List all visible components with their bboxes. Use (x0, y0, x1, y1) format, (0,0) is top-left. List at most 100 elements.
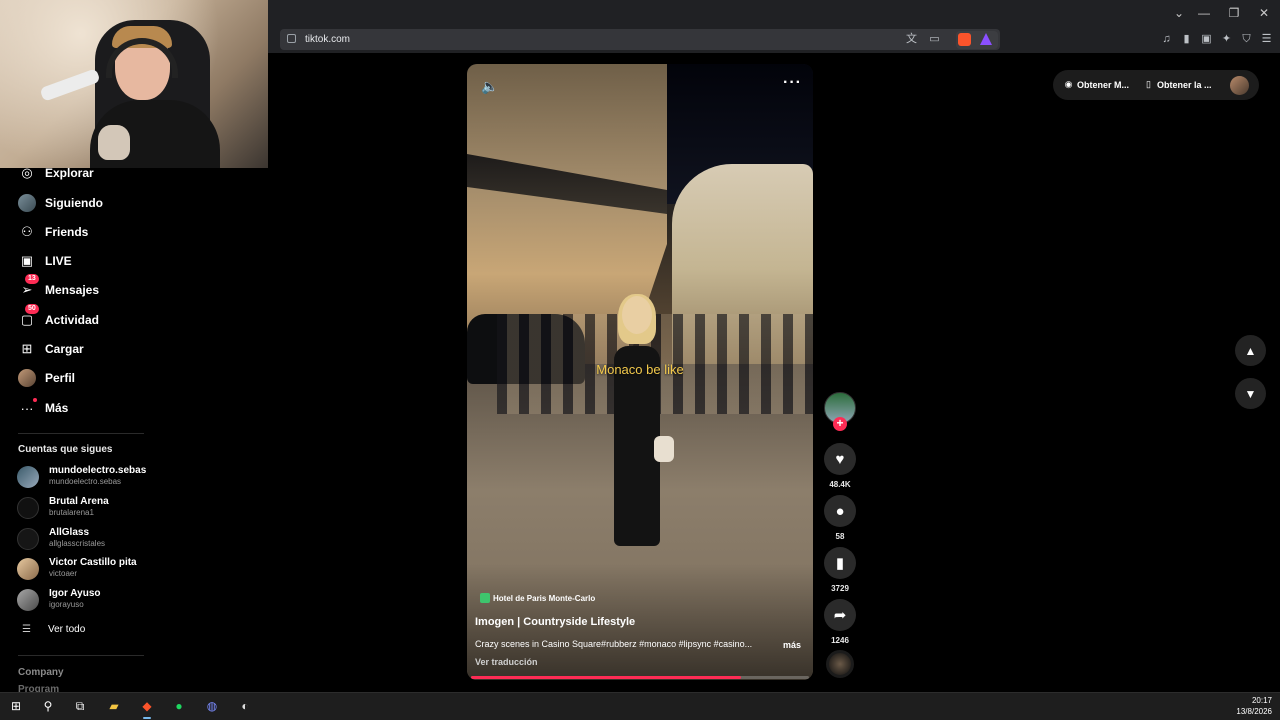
followed-account[interactable]: Brutal Arena brutalarena1 (17, 495, 197, 521)
account-name: Brutal Arena (49, 496, 109, 507)
account-name: Victor Castillo pita (49, 557, 137, 568)
account-handle: mundoelectro.sebas (49, 477, 122, 486)
follow-button[interactable]: + (833, 417, 847, 431)
more-link[interactable]: más (783, 640, 801, 650)
sidebar-item-actividad[interactable]: ▢ 50 Actividad (17, 304, 267, 331)
see-all-button[interactable]: ☰ Ver todo (22, 624, 85, 635)
brave-shields-icon[interactable] (958, 33, 971, 46)
video-description: Crazy scenes in Casino Square#rubberz #m… (475, 639, 753, 649)
location-tag[interactable]: Hotel de Paris Monte-Carlo (480, 593, 595, 603)
discord-icon[interactable]: ◍ (204, 698, 220, 714)
volume-icon[interactable]: 🔈 (481, 78, 498, 95)
avatar (17, 589, 39, 611)
followed-account[interactable]: Igor Ayuso igorayuso (17, 587, 197, 613)
account-name: mundoelectro.sebas (49, 465, 147, 476)
sidebar-item-live[interactable]: ▣ LIVE (17, 250, 267, 272)
site-info-icon[interactable] (287, 34, 296, 43)
next-video-button[interactable]: ▼ (1235, 378, 1266, 409)
brave-rewards-icon[interactable] (980, 33, 992, 45)
progress-fill (471, 676, 742, 679)
sidebar-item-label: Cargar (45, 342, 84, 356)
url-text[interactable]: tiktok.com (305, 34, 350, 45)
get-coins-button[interactable]: Obtener M... (1077, 80, 1129, 90)
video-frame (602, 294, 674, 576)
share-icon: ➦ (833, 607, 847, 624)
clock-time: 20:17 (1251, 696, 1272, 705)
translate-icon[interactable]: 文 (905, 33, 918, 45)
vpn-shield-icon[interactable]: ⛉ (1240, 33, 1253, 45)
sidebar-item-label: Mensajes (45, 283, 100, 297)
activity-icon: ▢ 50 (17, 304, 39, 330)
location-pin-icon (480, 593, 490, 603)
live-icon: ▣ (20, 253, 34, 268)
followed-account[interactable]: Victor Castillo pita victoaer (17, 556, 197, 582)
sidebar-item-mensajes[interactable]: ➢ 13 Mensajes (17, 274, 267, 301)
heart-icon: ♥ (835, 450, 845, 468)
windows-taskbar (0, 692, 1280, 720)
like-count: 48.4K (829, 480, 851, 489)
avatar (17, 528, 39, 550)
brave-browser-icon[interactable]: ◆ (139, 698, 155, 714)
sidebar-item-label: Friends (45, 225, 89, 239)
followed-account[interactable]: mundoelectro.sebas mundoelectro.sebas (17, 464, 197, 490)
share-count: 1246 (831, 636, 849, 645)
video-author[interactable]: Imogen | Countryside Lifestyle (475, 616, 635, 628)
spotify-icon[interactable]: ● (171, 698, 187, 714)
more-icon: ··· (17, 398, 37, 418)
company-link[interactable]: Company (18, 667, 64, 678)
more-options-icon[interactable]: ··· (783, 74, 802, 92)
share-button[interactable]: ➦ (824, 599, 856, 631)
sidebar-item-label: Perfil (45, 371, 76, 385)
address-bar[interactable] (280, 29, 1000, 50)
sidebar-item-siguiendo[interactable]: Siguiendo (17, 192, 267, 214)
music-disc-icon[interactable] (826, 650, 854, 678)
like-button[interactable]: ♥ (824, 443, 856, 475)
account-handle: igorayuso (49, 600, 84, 609)
cast-icon[interactable]: ▭ (928, 33, 941, 45)
notification-dot (33, 398, 37, 402)
sidebar-item-label: LIVE (45, 254, 72, 268)
video-caption-overlay: Monaco be like (596, 362, 684, 377)
see-all-label: Ver todo (48, 624, 86, 635)
comment-icon: ● (835, 502, 845, 520)
sidebar-toggle-icon[interactable]: ▮ (1180, 33, 1193, 45)
windows-start-icon[interactable]: ⊞ (8, 698, 24, 714)
obs-icon[interactable]: ◐ (237, 698, 253, 714)
previous-video-button[interactable]: ▲ (1235, 335, 1266, 366)
translate-link[interactable]: Ver traducción (475, 657, 538, 667)
messages-badge: 13 (25, 274, 39, 284)
comment-button[interactable]: ● (824, 495, 856, 527)
close-button[interactable]: ✕ (1256, 5, 1272, 21)
upload-icon: ⊞ (21, 341, 33, 356)
media-icon[interactable]: ♫ (1160, 33, 1173, 45)
user-avatar[interactable] (1230, 76, 1249, 95)
sidebar-item-perfil[interactable]: Perfil (17, 367, 267, 389)
comment-count: 58 (835, 532, 845, 541)
followed-account[interactable]: AllGlass allglasscristales (17, 526, 197, 552)
restore-button[interactable]: ❐ (1226, 5, 1242, 21)
coins-icon: ◉ (1064, 79, 1073, 89)
sidebar-item-friends[interactable]: ⚇ Friends (17, 221, 267, 243)
menu-icon[interactable]: ☰ (1260, 33, 1273, 45)
bookmark-icon: ▮ (835, 555, 845, 572)
tab-list-chevron-icon[interactable]: ⌄ (1171, 5, 1187, 21)
wallet-icon[interactable]: ▣ (1200, 33, 1213, 45)
activity-badge: 50 (25, 304, 39, 314)
sidebar-item-mas[interactable]: ··· Más (17, 397, 267, 419)
avatar (17, 497, 39, 519)
sidebar-item-label: Explorar (45, 166, 94, 180)
leo-ai-icon[interactable]: ✦ (1220, 33, 1233, 45)
webcam-overlay (0, 0, 268, 168)
task-view-icon[interactable]: ⧉ (72, 698, 88, 714)
save-button[interactable]: ▮ (824, 547, 856, 579)
video-player[interactable]: Monaco be like 🔈 ··· Hotel de Paris Mont… (467, 64, 813, 680)
search-icon[interactable]: ⚲ (40, 698, 56, 714)
file-explorer-icon[interactable]: ▰ (106, 698, 122, 714)
phone-icon: ▯ (1146, 79, 1151, 89)
sidebar-item-cargar[interactable]: ⊞ Cargar (17, 338, 267, 360)
system-clock[interactable]: 20:17 13/8/2026 (1232, 695, 1272, 717)
minimize-button[interactable]: — (1196, 5, 1212, 21)
chevron-down-icon: ▼ (1244, 386, 1257, 401)
sidebar-divider (18, 655, 144, 656)
get-app-button[interactable]: Obtener la ... (1157, 80, 1212, 90)
